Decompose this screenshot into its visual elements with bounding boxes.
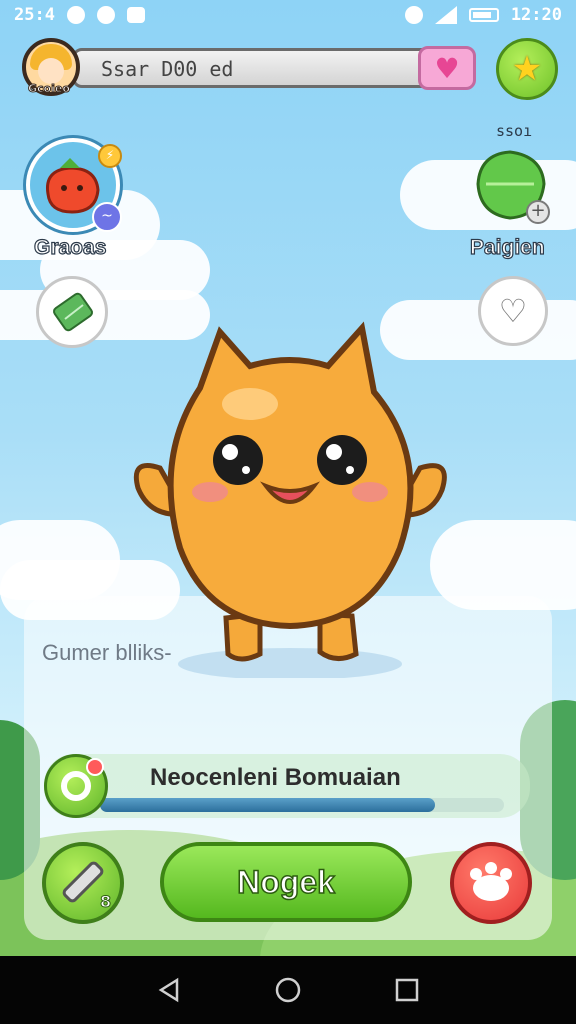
alarm-icon	[404, 6, 423, 24]
home-icon[interactable]	[274, 976, 302, 1004]
main-action-button[interactable]: Nogek	[160, 842, 412, 922]
food-item-label: Graoas	[33, 235, 107, 259]
heart-outline-icon: ♡	[498, 292, 528, 330]
main-action-label: Nogek	[236, 863, 335, 901]
status-time-right: 12:20	[510, 5, 562, 25]
target-icon	[61, 771, 91, 801]
paw-icon	[470, 862, 512, 901]
clock-icon	[96, 6, 115, 24]
battery-icon	[468, 8, 499, 22]
back-icon[interactable]	[155, 976, 183, 1004]
star-button[interactable]: ★	[496, 38, 558, 100]
shop-item-button[interactable]: +	[470, 144, 550, 224]
player-name: Ssar D00 ed	[101, 57, 234, 81]
edit-button[interactable]: 8	[42, 842, 124, 924]
paw-button[interactable]	[450, 842, 532, 924]
recents-icon[interactable]	[393, 976, 421, 1004]
signal-icon	[434, 6, 457, 24]
status-time-left: 25:4	[14, 5, 55, 25]
heart-button[interactable]: ♥	[418, 46, 476, 90]
progress-title: Neocenleni Bomuaian	[150, 764, 401, 791]
star-icon: ★	[511, 49, 543, 89]
status-bar: 25:4 12:20	[0, 0, 576, 30]
player-name-bar[interactable]: Ssar D00 ed	[72, 48, 476, 88]
progress-card: Neocenleni Bomuaian	[44, 754, 530, 818]
lightning-icon: ⚡	[98, 144, 122, 168]
wave-icon: ~	[92, 202, 122, 232]
progress-track	[100, 798, 504, 812]
favorite-button[interactable]: ♡	[478, 276, 548, 346]
ticket-button[interactable]	[36, 276, 108, 348]
notification-icon	[66, 6, 85, 24]
message-icon	[126, 7, 145, 23]
android-nav-bar	[0, 956, 576, 1024]
edit-badge: 8	[99, 892, 112, 912]
notification-dot	[86, 758, 104, 776]
progress-fill	[100, 798, 436, 812]
coin-count: ssoı	[496, 122, 533, 140]
plus-icon: +	[526, 200, 550, 224]
shop-item-label: Paigien	[469, 235, 545, 259]
pet-character[interactable]	[130, 318, 450, 678]
food-item-button[interactable]: ⚡ ~	[26, 138, 122, 232]
avatar-label: Gcoieo	[28, 82, 71, 96]
top-bar: Ssar D00 ed ♥ Gcoieo ★	[22, 38, 558, 104]
heart-icon: ♥	[434, 51, 460, 85]
ticket-icon	[53, 292, 93, 332]
